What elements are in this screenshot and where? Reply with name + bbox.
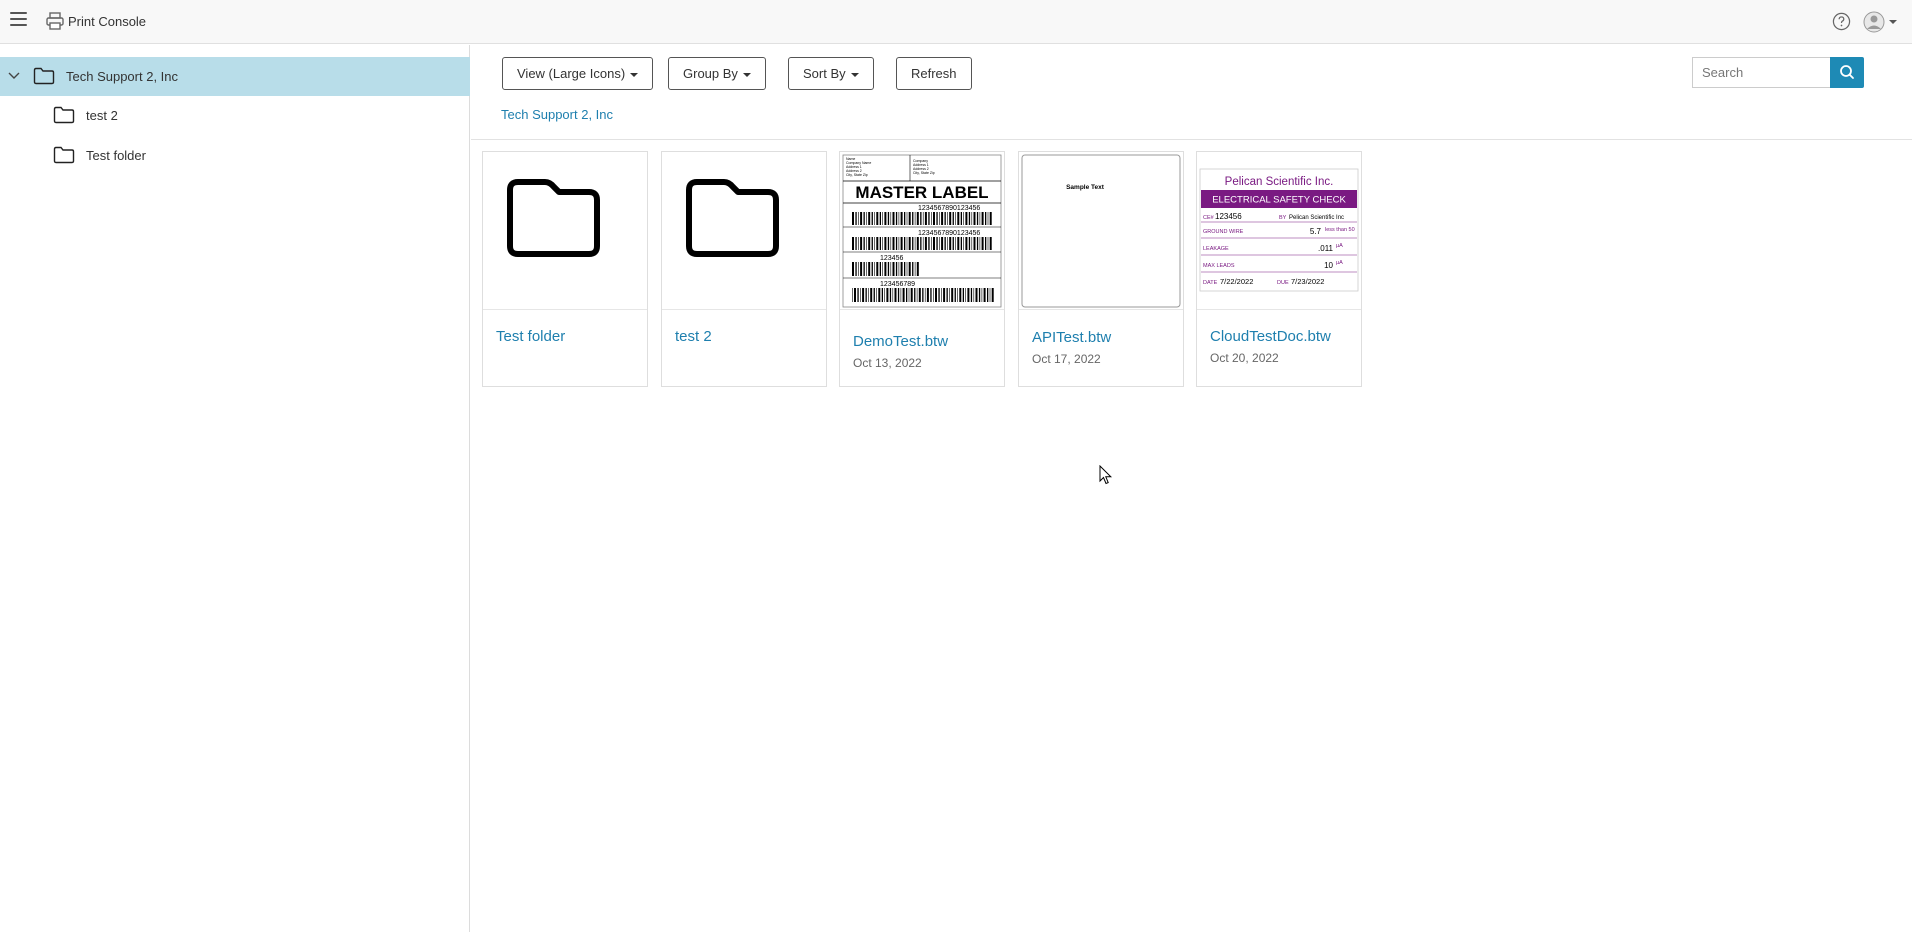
chevron-down-icon[interactable] [8,71,20,81]
caret-down-icon [742,72,751,77]
by-value: Pelican Scientific Inc [1289,215,1344,221]
document-card-cloudtestdoc[interactable]: Pelican Scientific Inc. ELECTRICAL SAFET… [1196,151,1362,387]
to-line: City, State Zip [913,171,935,175]
master-label-title: MASTER LABEL [855,183,988,202]
safety-banner: ELECTRICAL SAFETY CHECK [1212,195,1346,206]
sort-by-label: Sort By [803,66,846,81]
sample-text: Sample Text [1066,184,1105,191]
mouse-cursor-icon [1099,465,1113,485]
tree-item-test-2[interactable]: test 2 [0,96,470,135]
due-label: DUE [1277,280,1289,286]
tree-item-label: Test folder [86,148,146,163]
search-button[interactable] [1830,57,1864,88]
caret-down-icon [630,72,639,77]
cert-value: 123456 [1215,212,1242,221]
folder-icon [53,106,75,124]
barcode [852,262,919,276]
help-circle-icon[interactable] [1832,12,1851,31]
search-input[interactable] [1692,57,1830,88]
view-dropdown-button[interactable]: View (Large Icons) [502,57,654,90]
card-name: Test folder [496,328,566,345]
from-line: City, State Zip [846,173,868,177]
leads-value: 10 [1324,261,1333,270]
folder-card-test-folder[interactable]: Test folder [482,151,648,387]
tree-item-test-folder[interactable]: Test folder [0,136,470,175]
search-icon [1840,65,1854,79]
tree-item-label: Tech Support 2, Inc [66,69,179,84]
tree-item-label: test 2 [86,108,118,123]
ground-value: 5.7 [1310,227,1322,236]
leads-label: MAX LEADS [1203,263,1235,269]
folder-icon [33,67,55,85]
master-label-thumbnail: Name Company Name Address 1 Address 2 Ci… [842,154,1002,308]
refresh-button[interactable]: Refresh [896,57,972,90]
group-by-dropdown-button[interactable]: Group By [668,57,766,90]
safety-check-label-thumbnail: Pelican Scientific Inc. ELECTRICAL SAFET… [1199,168,1359,292]
barcode-number: 1234567890123456 [918,230,980,237]
ground-label: GROUND WIRE [1203,229,1244,235]
leakage-value: .011 [1318,244,1334,253]
api-label-thumbnail: Sample Text [1021,154,1181,308]
app-title: Print Console [68,14,147,29]
ground-note: less than 50 [1325,227,1355,233]
card-date: Oct 13, 2022 [853,356,922,370]
card-name: CloudTestDoc.btw [1210,328,1331,345]
cert-label: CE# [1203,215,1215,221]
card-thumbnail [483,152,647,310]
divider [471,139,1912,140]
barcode-number: 123456789 [880,281,915,288]
card-thumbnail: Name Company Name Address 1 Address 2 Ci… [840,152,1004,310]
by-label: BY [1279,215,1287,221]
caret-down-icon [850,72,859,77]
due-value: 7/23/2022 [1291,277,1324,286]
card-date: Oct 17, 2022 [1032,352,1101,366]
card-name: DemoTest.btw [853,333,949,350]
card-thumbnail: Pelican Scientific Inc. ELECTRICAL SAFET… [1197,152,1361,310]
breadcrumb[interactable]: Tech Support 2, Inc [501,107,613,122]
folder-tree-sidebar: Tech Support 2, Inc test 2 Test folder [0,45,470,932]
folder-large-icon [507,179,600,257]
user-avatar-icon[interactable] [1863,11,1901,33]
printer-icon [46,12,64,30]
main-content: View (Large Icons) Group By Sort By Refr… [471,45,1912,932]
group-by-label: Group By [683,66,738,81]
leakage-unit: µA [1336,243,1343,249]
date-value: 7/22/2022 [1220,277,1253,286]
folder-large-icon [686,179,779,257]
top-bar: Print Console [0,0,1912,44]
company-name: Pelican Scientific Inc. [1225,176,1334,188]
barcode-number: 123456 [880,255,903,262]
card-date: Oct 20, 2022 [1210,351,1279,365]
card-thumbnail: Sample Text [1019,152,1183,310]
card-name: APITest.btw [1032,329,1112,346]
leads-unit: µA [1336,260,1343,266]
sort-by-dropdown-button[interactable]: Sort By [788,57,874,90]
card-thumbnail [662,152,826,310]
document-card-demotest[interactable]: Name Company Name Address 1 Address 2 Ci… [839,151,1005,387]
folder-icon [53,146,75,164]
date-label: DATE [1203,280,1218,286]
tree-item-tech-support[interactable]: Tech Support 2, Inc [0,57,470,96]
barcode-number: 1234567890123456 [918,205,980,212]
folder-card-test-2[interactable]: test 2 [661,151,827,387]
card-name: test 2 [675,328,712,345]
hamburger-menu-icon[interactable] [10,12,27,28]
leakage-label: LEAKAGE [1203,246,1229,252]
document-card-apitest[interactable]: Sample Text APITest.btw Oct 17, 2022 [1018,151,1184,387]
view-dropdown-label: View (Large Icons) [517,66,626,81]
